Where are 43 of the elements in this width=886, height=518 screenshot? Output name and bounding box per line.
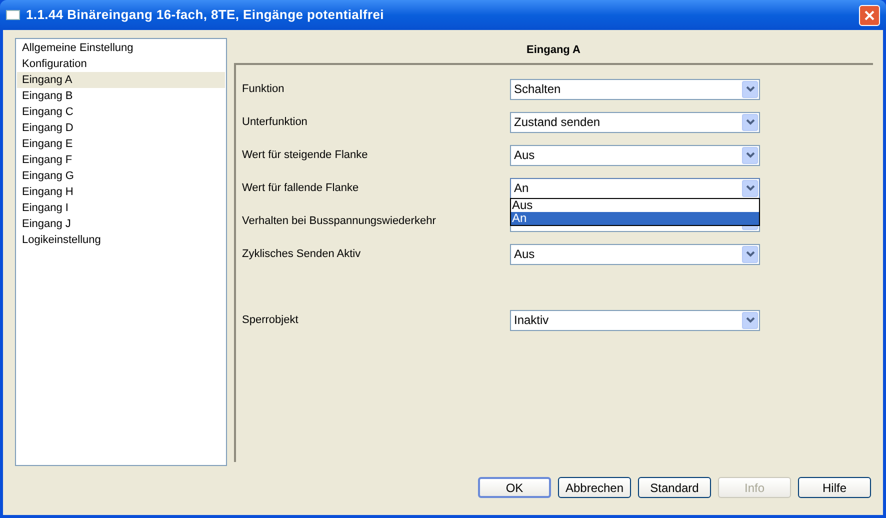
chevron-down-icon[interactable] xyxy=(742,146,758,164)
dropdown-option[interactable]: An xyxy=(511,212,759,225)
parameter-label: Wert für steigende Flanke xyxy=(242,148,369,163)
sidebar-item[interactable]: Eingang B xyxy=(17,88,225,104)
dropdown[interactable]: Inaktiv xyxy=(510,310,760,331)
sidebar-item[interactable]: Eingang J xyxy=(17,216,225,232)
dropdown[interactable]: Schalten xyxy=(510,78,760,100)
dialog-button[interactable]: Hilfe xyxy=(798,477,871,498)
chevron-down-icon[interactable] xyxy=(742,312,758,329)
parameter-label: Verhalten bei Busspannungswiederkehr xyxy=(242,214,437,229)
dropdown[interactable]: Aus xyxy=(510,244,760,265)
parameter-label: Wert für fallende Flanke xyxy=(242,181,360,196)
dropdown[interactable]: Zustand senden xyxy=(510,112,760,133)
sidebar-item[interactable]: Logikeinstellung xyxy=(17,232,225,248)
chevron-down-icon[interactable] xyxy=(742,114,758,131)
dropdown-option[interactable]: Aus xyxy=(511,198,759,212)
sidebar-item[interactable]: Eingang E xyxy=(17,136,225,152)
dialog-button[interactable]: Abbrechen xyxy=(558,477,631,498)
chevron-down-icon[interactable] xyxy=(742,246,758,263)
parameter-label: Zyklisches Senden Aktiv xyxy=(242,247,362,262)
sidebar-item[interactable]: Eingang D xyxy=(17,120,225,136)
chevron-down-icon[interactable] xyxy=(742,80,758,98)
dialog-button[interactable]: OK xyxy=(478,477,551,498)
panel-title: Eingang A xyxy=(526,43,580,58)
parameter-label: Funktion xyxy=(242,82,286,97)
dropdown[interactable]: An xyxy=(510,178,760,199)
close-icon xyxy=(864,10,875,20)
chevron-down-icon[interactable] xyxy=(742,180,758,197)
window-icon xyxy=(6,10,20,20)
dialog-button[interactable]: Standard xyxy=(638,477,711,498)
dropdown[interactable]: Aus xyxy=(510,144,760,166)
sidebar-item[interactable]: Eingang C xyxy=(17,104,225,120)
sidebar-item[interactable]: Allgemeine Einstellung xyxy=(17,40,225,56)
sidebar-item[interactable]: Eingang H xyxy=(17,184,225,200)
close-button[interactable] xyxy=(859,4,880,26)
parameter-label: Unterfunktion xyxy=(242,115,308,130)
sidebar-item[interactable]: Eingang I xyxy=(17,200,225,216)
sidebar-item[interactable]: Eingang G xyxy=(17,168,225,184)
window-title: 1.1.44 Binäreingang 16-fach, 8TE, Eingänge potentialfrei xyxy=(26,6,385,24)
sidebar-item[interactable]: Konfiguration xyxy=(17,56,225,72)
sidebar-item[interactable]: Eingang F xyxy=(17,152,225,168)
parameter-label: Sperrobjekt xyxy=(242,313,300,328)
sidebar-item[interactable]: Eingang A xyxy=(17,72,225,88)
